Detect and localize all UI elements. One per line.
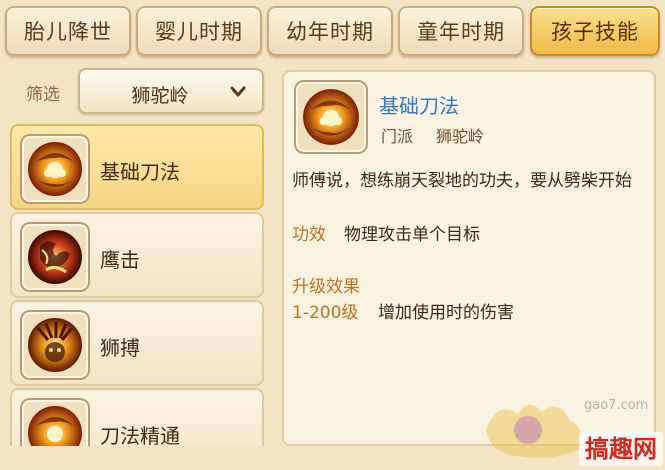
skill-item-lion-pounce[interactable]: 狮搏: [10, 300, 264, 386]
skill-name: 基础刀法: [100, 160, 180, 184]
tab-label: 童年时期: [417, 20, 505, 44]
effect-label: 功效: [292, 225, 326, 245]
tab-label: 孩子技能: [551, 20, 639, 44]
eagle-strike-icon: [20, 222, 90, 292]
tab-young[interactable]: 幼年时期: [267, 6, 393, 56]
lion-pounce-icon: [20, 310, 90, 380]
tab-label: 胎儿降世: [24, 20, 112, 44]
filter-value: 狮驼岭: [131, 85, 189, 107]
tab-fetus[interactable]: 胎儿降世: [5, 6, 131, 56]
tab-label: 幼年时期: [286, 20, 374, 44]
tab-label: 婴儿时期: [155, 20, 243, 44]
skill-description: 师傅说，想练崩天裂地的功夫，要从劈柴开始: [292, 171, 632, 191]
effect-text: 物理攻击单个目标: [344, 225, 480, 245]
blade-mastery-icon: [20, 398, 90, 446]
filter-label: 筛选: [26, 85, 60, 105]
school-filter-select[interactable]: 狮驼岭: [78, 68, 264, 114]
skill-title: 基础刀法: [379, 94, 459, 118]
watermark-brand: 搞趣网: [579, 432, 663, 466]
chevron-down-icon: [230, 86, 246, 97]
watermark-site: gao7.com: [584, 398, 649, 413]
blade-swirl-icon: [20, 134, 90, 204]
school-value: 狮驼岭: [436, 127, 485, 146]
skill-name: 刀法精通: [100, 424, 180, 446]
tab-bar: 胎儿降世 婴儿时期 幼年时期 童年时期 孩子技能: [0, 0, 665, 62]
upgrade-label: 升级效果: [292, 277, 360, 297]
skill-name: 鹰击: [100, 248, 140, 272]
tab-child-skills[interactable]: 孩子技能: [530, 6, 660, 56]
school-label: 门派: [381, 127, 414, 146]
tab-childhood[interactable]: 童年时期: [398, 6, 524, 56]
skill-item-basic-blade[interactable]: 基础刀法: [10, 124, 264, 210]
blade-swirl-icon: [294, 80, 368, 154]
skill-list[interactable]: 基础刀法 鹰击 狮搏 刀法精通: [10, 124, 264, 446]
tab-infant[interactable]: 婴儿时期: [136, 6, 262, 56]
skill-item-eagle-strike[interactable]: 鹰击: [10, 212, 264, 298]
skill-item-blade-mastery[interactable]: 刀法精通: [10, 388, 264, 446]
skill-name: 狮搏: [100, 336, 140, 360]
upgrade-text: 增加使用时的伤害: [378, 303, 514, 323]
skill-detail-panel: 基础刀法 门派 狮驼岭 师傅说，想练崩天裂地的功夫，要从劈柴开始 功效 物理攻击…: [282, 70, 656, 446]
upgrade-range: 1-200级: [292, 303, 359, 323]
